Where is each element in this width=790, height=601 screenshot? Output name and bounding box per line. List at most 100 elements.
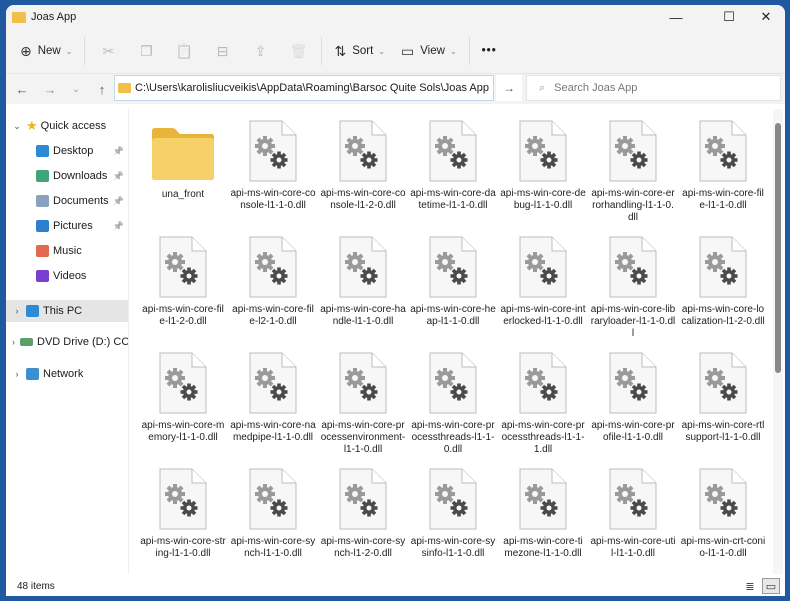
file-item[interactable]: api-ms-win-core-util-l1-1-0.dll	[588, 463, 678, 574]
chevron-right-icon[interactable]: ›	[12, 369, 22, 379]
dll-file-icon	[609, 120, 657, 182]
dll-file-icon	[519, 236, 567, 298]
sidebar-item-desktop[interactable]: Desktop 📌	[6, 140, 128, 162]
chevron-right-icon[interactable]: ›	[12, 337, 15, 347]
minimize-button[interactable]: —	[656, 5, 696, 29]
dll-file-icon	[339, 352, 387, 414]
sidebar-item-dvd-drive[interactable]: › DVD Drive (D:) CCCC	[6, 331, 128, 353]
dll-file-icon	[339, 120, 387, 182]
documents-icon	[36, 195, 49, 207]
chevron-down-icon[interactable]: ⌄	[12, 121, 22, 132]
back-button[interactable]: ←	[9, 82, 35, 97]
pin-icon[interactable]: 📌	[113, 146, 124, 157]
file-item[interactable]: api-ms-win-core-libraryloader-l1-1-0.dll	[588, 231, 678, 347]
sidebar-item-quick-access[interactable]: ⌄ ★ Quick access	[6, 115, 128, 137]
paste-button[interactable]: 📋	[165, 36, 203, 66]
folder-item[interactable]: una_front	[138, 115, 228, 231]
file-item[interactable]: api-ms-win-crt-conio-l1-1-0.dll	[678, 463, 768, 574]
file-item[interactable]: api-ms-win-core-handle-l1-1-0.dll	[318, 231, 408, 347]
sidebar-label: Videos	[53, 270, 87, 282]
file-item[interactable]: api-ms-win-core-profile-l1-1-0.dll	[588, 347, 678, 463]
sidebar-item-documents[interactable]: Documents 📌	[6, 190, 128, 212]
sort-icon: ⇅	[334, 42, 347, 59]
forward-button[interactable]: →	[37, 82, 63, 97]
dll-file-icon	[249, 468, 297, 530]
pin-icon[interactable]: 📌	[113, 221, 124, 232]
file-item[interactable]: api-ms-win-core-errorhandling-l1-1-0.dll	[588, 115, 678, 231]
file-item[interactable]: api-ms-win-core-file-l1-1-0.dll	[678, 115, 768, 231]
dll-file-icon	[249, 352, 297, 414]
sidebar-item-downloads[interactable]: Downloads 📌	[6, 165, 128, 187]
share-button[interactable]: ⇪	[241, 36, 279, 66]
file-item[interactable]: api-ms-win-core-datetime-l1-1-0.dll	[408, 115, 498, 231]
file-name: api-ms-win-core-errorhandling-l1-1-0.dll	[591, 188, 675, 223]
file-name: api-ms-win-core-interlocked-l1-1-0.dll	[500, 304, 586, 327]
dll-file-icon	[699, 236, 747, 298]
dll-file-icon	[339, 468, 387, 530]
file-name: api-ms-win-core-file-l2-1-0.dll	[232, 304, 314, 327]
sidebar-item-this-pc[interactable]: › This PC	[6, 300, 128, 322]
file-item[interactable]: api-ms-win-core-sysinfo-l1-1-0.dll	[408, 463, 498, 574]
new-label: New	[37, 45, 61, 57]
file-item[interactable]: api-ms-win-core-processenvironment-l1-1-…	[318, 347, 408, 463]
file-item[interactable]: api-ms-win-core-memory-l1-1-0.dll	[138, 347, 228, 463]
file-item[interactable]: api-ms-win-core-console-l1-2-0.dll	[318, 115, 408, 231]
sidebar-label: This PC	[43, 305, 83, 317]
file-name: api-ms-win-core-string-l1-1-0.dll	[140, 536, 226, 559]
folder-icon	[118, 83, 131, 93]
recent-locations-button[interactable]: ⌄	[63, 84, 89, 95]
file-item[interactable]: api-ms-win-core-file-l1-2-0.dll	[138, 231, 228, 347]
go-button[interactable]: →	[496, 75, 522, 101]
up-button[interactable]: ↑	[89, 82, 115, 97]
file-item[interactable]: api-ms-win-core-file-l2-1-0.dll	[228, 231, 318, 347]
rename-button[interactable]: ⊟	[203, 36, 241, 66]
sidebar-item-network[interactable]: › Network	[6, 363, 128, 385]
more-options-button[interactable]: •••	[474, 36, 505, 66]
file-item[interactable]: api-ms-win-core-timezone-l1-1-0.dll	[498, 463, 588, 574]
file-item[interactable]: api-ms-win-core-localization-l1-2-0.dll	[678, 231, 768, 347]
details-view-button[interactable]: ≣	[741, 578, 759, 594]
delete-button[interactable]: 🗑	[279, 36, 317, 66]
file-item[interactable]: api-ms-win-core-console-l1-1-0.dll	[228, 115, 318, 231]
chevron-down-icon: ⌄	[65, 46, 73, 56]
file-item[interactable]: api-ms-win-core-processthreads-l1-1-0.dl…	[408, 347, 498, 463]
navigation-pane: ⌄ ★ Quick access Desktop 📌 Downloads 📌 Doc…	[6, 109, 129, 574]
file-name: api-ms-win-core-localization-l1-2-0.dll	[681, 304, 765, 327]
scissors-icon: ✂	[102, 42, 115, 59]
pin-icon[interactable]: 📌	[113, 171, 124, 182]
copy-button[interactable]: ❐	[127, 36, 165, 66]
file-item[interactable]: api-ms-win-core-processthreads-l1-1-1.dl…	[498, 347, 588, 463]
desktop-icon	[36, 145, 49, 157]
large-icons-view-button[interactable]: ▭	[762, 578, 780, 594]
file-item[interactable]: api-ms-win-core-namedpipe-l1-1-0.dll	[228, 347, 318, 463]
dll-file-icon	[159, 352, 207, 414]
chevron-down-icon[interactable]: ⌄	[476, 84, 483, 93]
maximize-button[interactable]: ☐	[709, 5, 749, 29]
dll-file-icon	[339, 236, 387, 298]
clipboard-icon: 📋	[175, 42, 194, 59]
downloads-icon	[36, 170, 49, 182]
file-item[interactable]: api-ms-win-core-rtlsupport-l1-1-0.dll	[678, 347, 768, 463]
new-button[interactable]: ⊕ New ⌄	[12, 36, 80, 66]
cut-button[interactable]: ✂	[89, 36, 127, 66]
file-item[interactable]: api-ms-win-core-synch-l1-2-0.dll	[318, 463, 408, 574]
file-item[interactable]: api-ms-win-core-synch-l1-1-0.dll	[228, 463, 318, 574]
sidebar-item-pictures[interactable]: Pictures 📌	[6, 215, 128, 237]
sidebar-item-music[interactable]: Music	[6, 240, 128, 262]
file-item[interactable]: api-ms-win-core-interlocked-l1-1-0.dll	[498, 231, 588, 347]
sidebar-label: Documents	[53, 195, 109, 207]
pin-icon[interactable]: 📌	[113, 196, 124, 207]
sort-button[interactable]: ⇅ Sort ⌄	[326, 36, 393, 66]
search-input[interactable]: ⌕ Search Joas App	[526, 75, 781, 101]
view-button[interactable]: ▭ View ⌄	[393, 36, 465, 66]
sidebar-item-videos[interactable]: Videos	[6, 265, 128, 287]
file-item[interactable]: api-ms-win-core-heap-l1-1-0.dll	[408, 231, 498, 347]
scrollbar-thumb[interactable]	[775, 123, 781, 373]
close-button[interactable]: ✕	[746, 5, 785, 29]
chevron-right-icon[interactable]: ›	[12, 306, 22, 316]
address-bar[interactable]: C:\Users\karolisliucveikis\AppData\Roami…	[114, 75, 494, 101]
file-item[interactable]: api-ms-win-core-debug-l1-1-0.dll	[498, 115, 588, 231]
vertical-scrollbar[interactable]	[773, 109, 783, 574]
file-item[interactable]: api-ms-win-core-string-l1-1-0.dll	[138, 463, 228, 574]
trash-icon: 🗑	[289, 42, 308, 59]
